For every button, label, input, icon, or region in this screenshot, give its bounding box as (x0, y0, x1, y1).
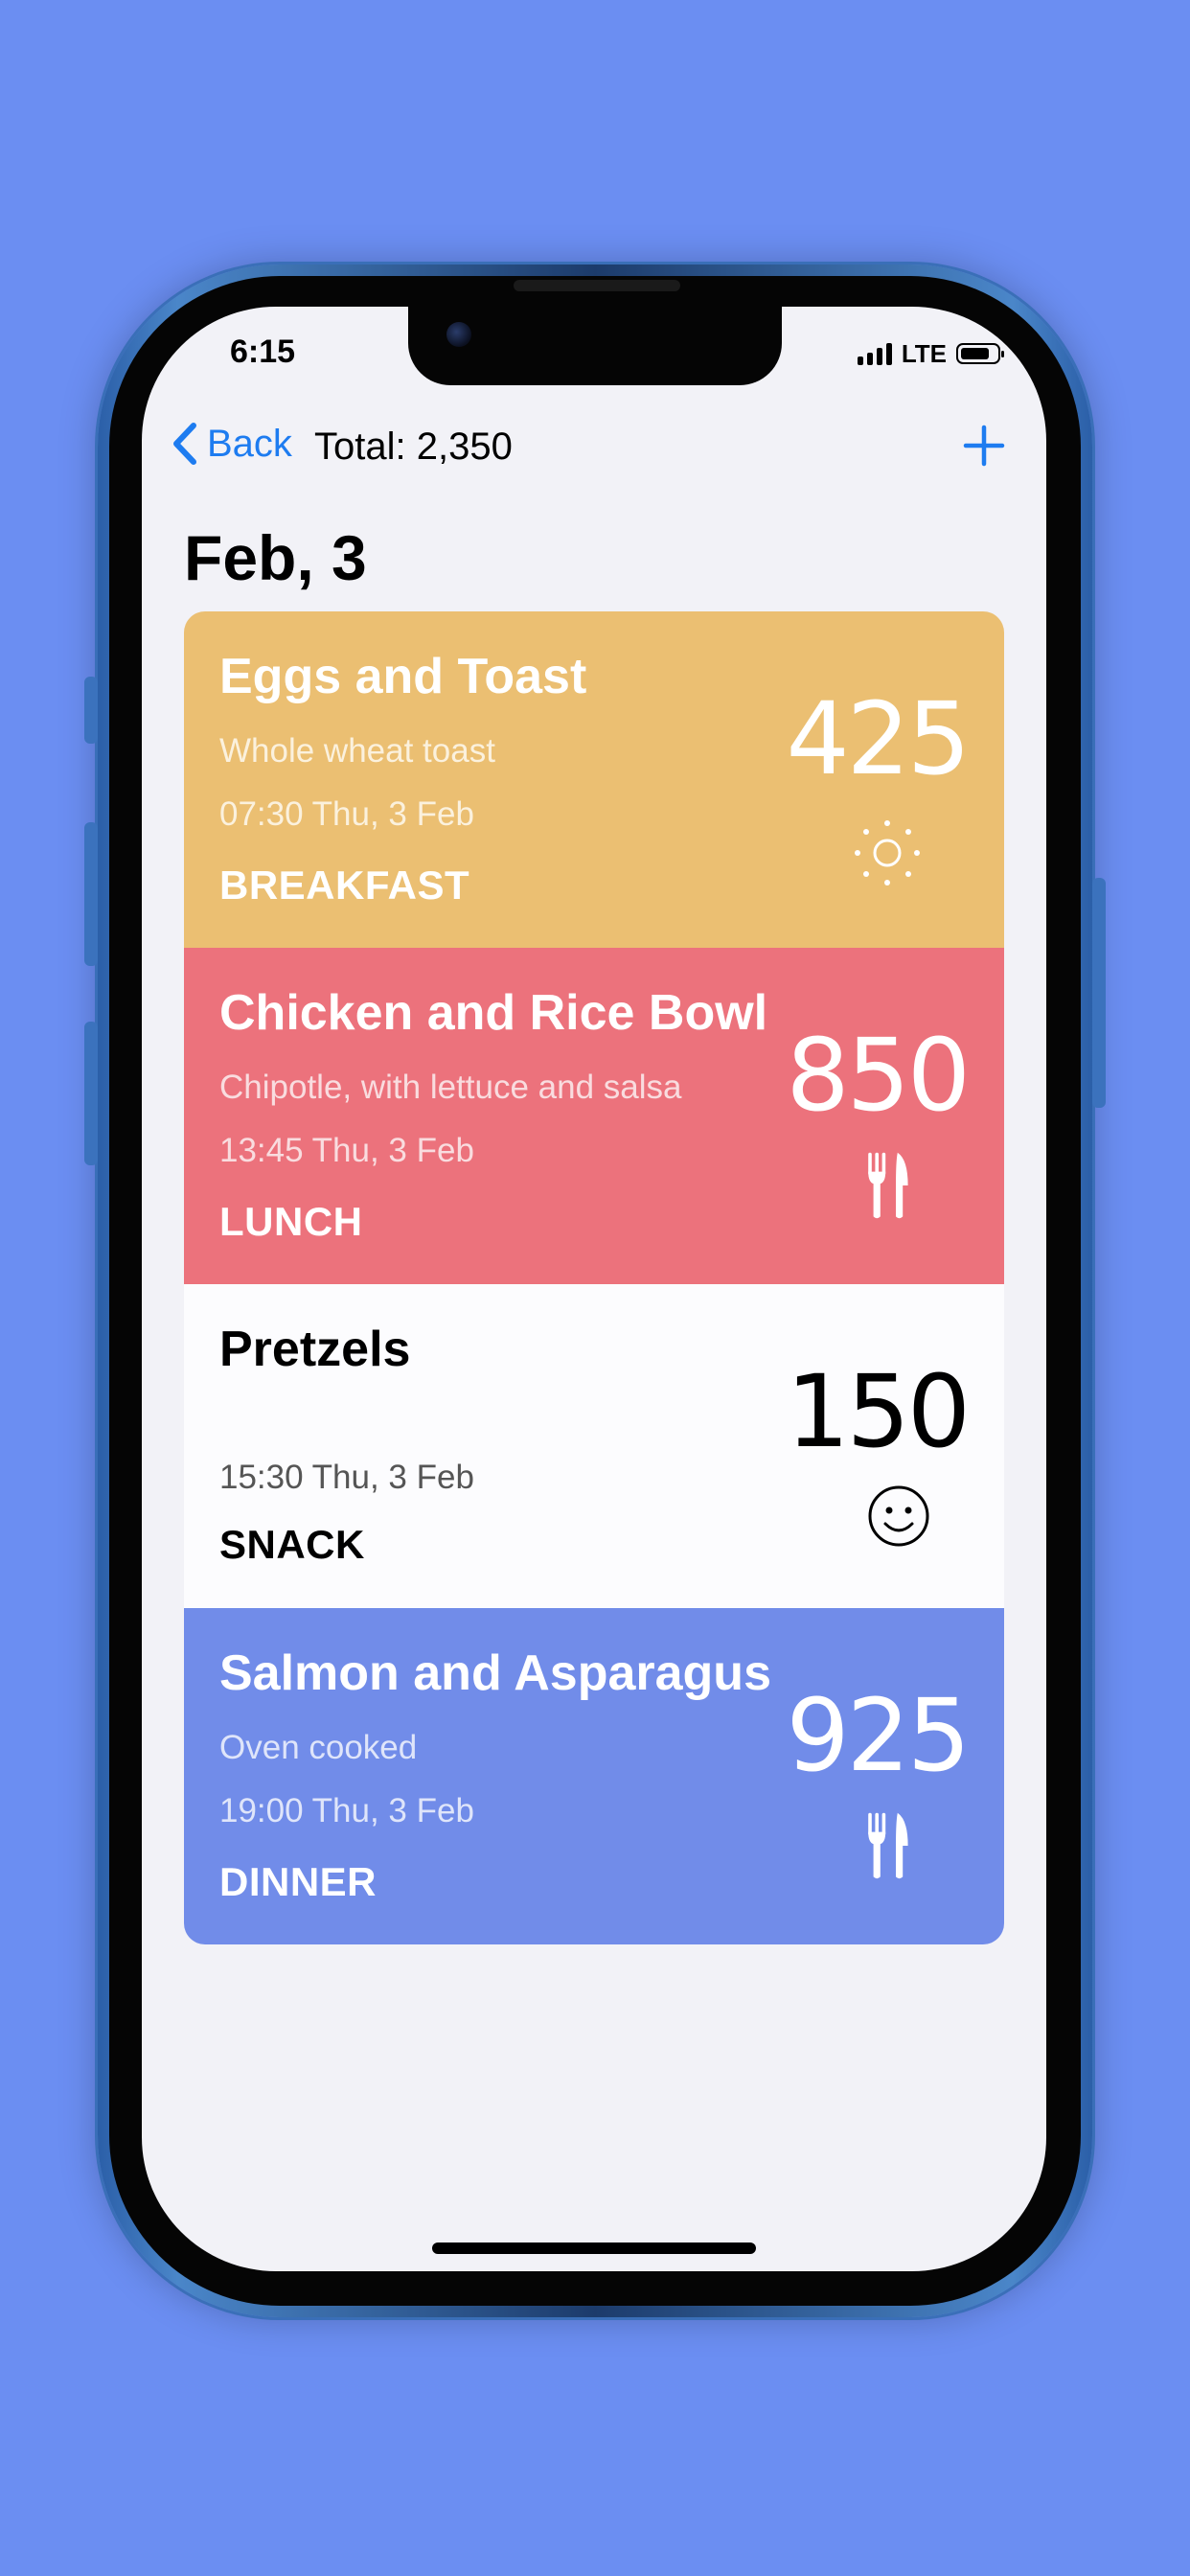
meal-type: LUNCH (219, 1199, 363, 1244)
meal-description: Oven cooked (219, 1729, 418, 1766)
meal-row-snack[interactable]: Pretzels 15:30 Thu, 3 Feb SNACK 150 (184, 1284, 1004, 1608)
meal-type: BREAKFAST (219, 862, 470, 908)
mute-switch (84, 677, 98, 744)
meal-time: 19:00 Thu, 3 Feb (219, 1792, 474, 1829)
plus-icon[interactable] (962, 424, 1006, 468)
meal-type: SNACK (219, 1522, 365, 1567)
fork-knife-icon (868, 1152, 908, 1219)
meal-calories: 850 (786, 1017, 971, 1134)
volume-up-button (84, 822, 98, 966)
meal-time: 07:30 Thu, 3 Feb (219, 795, 474, 833)
earpiece-speaker (514, 280, 680, 291)
chevron-left-icon (173, 423, 196, 465)
meal-name: Pretzels (219, 1322, 411, 1377)
meal-name: Chicken and Rice Bowl (219, 985, 768, 1041)
back-button[interactable]: Back (171, 422, 292, 466)
notch (408, 307, 782, 385)
fork-knife-icon (868, 1812, 908, 1879)
home-indicator[interactable] (432, 2242, 756, 2254)
meal-calories: 425 (786, 680, 971, 797)
meal-description: Whole wheat toast (219, 732, 495, 770)
network-label: LTE (901, 338, 947, 368)
meal-name: Salmon and Asparagus (219, 1645, 771, 1701)
page-title: Feb, 3 (184, 522, 367, 593)
meal-name: Eggs and Toast (219, 649, 587, 704)
meal-time: 15:30 Thu, 3 Feb (219, 1459, 474, 1496)
meal-row-dinner[interactable]: Salmon and Asparagus Oven cooked 19:00 T… (184, 1608, 1004, 1944)
meal-calories: 925 (786, 1677, 971, 1794)
camera-icon (446, 322, 471, 347)
phone-screen: 6:15 LTE Back Total: 2,350 Feb, 3 Eggs a… (142, 307, 1046, 2271)
smiley-icon (868, 1485, 929, 1547)
meal-row-breakfast[interactable]: Eggs and Toast Whole wheat toast 07:30 T… (184, 611, 1004, 948)
meal-list: Eggs and Toast Whole wheat toast 07:30 T… (184, 611, 1004, 1944)
volume-down-button (84, 1022, 98, 1165)
status-indicators: LTE (857, 337, 1004, 370)
meal-row-lunch[interactable]: Chicken and Rice Bowl Chipotle, with let… (184, 948, 1004, 1284)
total-calories: Total: 2,350 (314, 426, 513, 468)
meal-time: 13:45 Thu, 3 Feb (219, 1132, 474, 1169)
meal-calories: 150 (786, 1353, 971, 1470)
battery-icon (956, 343, 1004, 364)
status-time: 6:15 (230, 334, 296, 370)
navigation-bar: Back Total: 2,350 (142, 422, 1046, 487)
meal-type: DINNER (219, 1859, 378, 1904)
meal-description: Chipotle, with lettuce and salsa (219, 1069, 682, 1106)
signal-icon (857, 342, 892, 365)
back-label: Back (207, 422, 292, 465)
power-button (1092, 878, 1106, 1108)
sun-icon (855, 820, 920, 886)
